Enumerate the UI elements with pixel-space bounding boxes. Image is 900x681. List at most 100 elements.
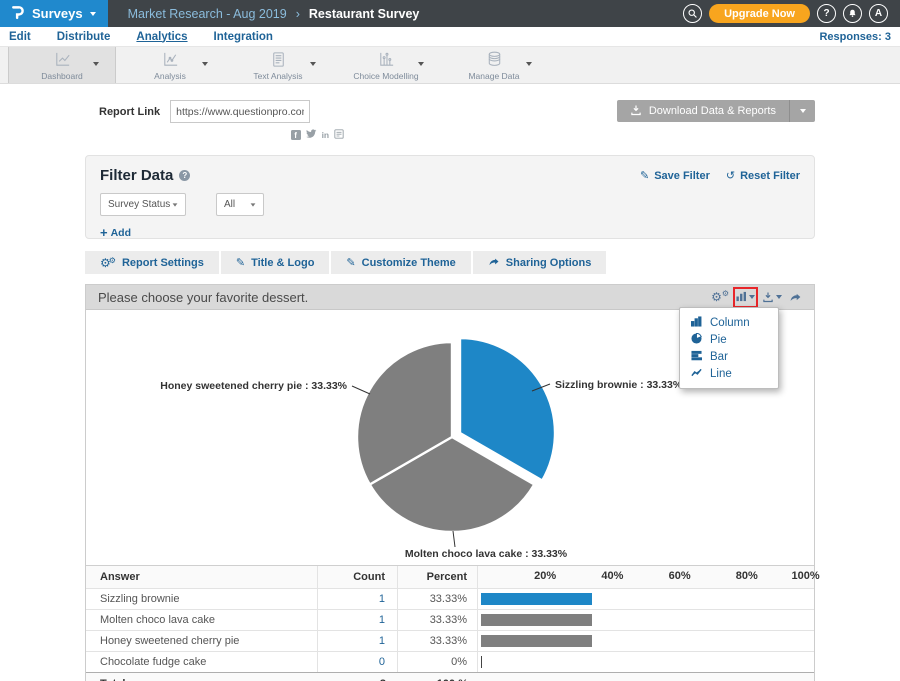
nav-item-distribute[interactable]: Distribute [57, 31, 111, 43]
chevron-down-icon[interactable] [526, 62, 532, 66]
breadcrumb-parent[interactable]: Market Research - Aug 2019 [128, 7, 287, 21]
report-settings-tabs: Report Settings Title & Logo Customize T… [85, 251, 815, 274]
filter-field-select[interactable]: Survey Status [100, 193, 186, 216]
table-total-row: Total 3 100 % [86, 672, 814, 681]
toolbar-label: Analysis [154, 71, 186, 81]
avatar[interactable]: A [869, 4, 888, 23]
answer-cell: Chocolate fudge cake [86, 652, 318, 672]
share-icon [488, 256, 500, 270]
toolbar-item-choice-modelling[interactable]: Choice Modelling [332, 47, 440, 83]
percent-cell: 33.33% [398, 589, 478, 609]
chevron-down-icon [251, 203, 256, 206]
filter-value-select[interactable]: All [216, 193, 264, 216]
pie-label-sizzling-brownie: Sizzling brownie : 33.33% [555, 379, 683, 391]
pencil-icon [346, 256, 355, 269]
bell-icon[interactable] [843, 4, 862, 23]
count-link[interactable]: 1 [379, 635, 385, 647]
header-scale: 20% 40% 60% 80% 100% [478, 566, 814, 588]
tab-label: Report Settings [122, 257, 204, 269]
nav-item-edit[interactable]: Edit [9, 31, 31, 43]
menu-item-pie[interactable]: Pie [680, 331, 778, 348]
tab-customize-theme[interactable]: Customize Theme [331, 251, 472, 274]
toolbar-item-analysis[interactable]: Analysis [116, 47, 224, 83]
nav-item-analytics[interactable]: Analytics [136, 31, 187, 43]
chevron-down-icon [776, 295, 782, 299]
toolbar-label: Manage Data [468, 71, 519, 81]
menu-item-label: Column [710, 317, 750, 329]
tab-title-logo[interactable]: Title & Logo [221, 251, 332, 274]
add-filter-button[interactable]: Add [100, 225, 140, 240]
scale-tick: 100% [792, 570, 820, 582]
reset-filter-label: Reset Filter [740, 170, 800, 182]
header-count: Count [318, 566, 398, 588]
upgrade-now-button[interactable]: Upgrade Now [709, 4, 810, 23]
toolbar-label: Dashboard [41, 71, 83, 81]
toolbar-item-text-analysis[interactable]: Text Analysis [224, 47, 332, 83]
tab-label: Sharing Options [506, 257, 592, 269]
menu-item-line[interactable]: Line [680, 365, 778, 382]
filter-data-panel: Filter Data Save Filter Reset Filter Sur… [85, 155, 815, 239]
responses-count[interactable]: Responses: 3 [819, 31, 900, 43]
answer-table: Answer Count Percent 20% 40% 60% 80% 100… [86, 565, 814, 681]
surveys-product-menu[interactable]: Surveys [0, 0, 108, 27]
download-icon [630, 104, 642, 119]
save-filter-button[interactable]: Save Filter [640, 169, 710, 182]
callout-line [453, 531, 455, 547]
download-options-caret[interactable] [789, 100, 815, 122]
pie-label-molten-choco-lava-cake: Molten choco lava cake : 33.33% [405, 548, 568, 560]
cogs-icon[interactable] [711, 290, 729, 304]
dashboard-content: Report Link f in Download Data & Reports [85, 100, 815, 681]
tab-sharing-options[interactable]: Sharing Options [473, 251, 609, 274]
help-icon[interactable]: ? [817, 4, 836, 23]
chevron-down-icon[interactable] [93, 62, 99, 66]
report-link-row: Report Link f in Download Data & Reports [85, 100, 815, 144]
table-header-row: Answer Count Percent 20% 40% 60% 80% 100… [86, 566, 814, 588]
chevron-down-icon [749, 295, 755, 299]
cogs-icon [100, 256, 116, 270]
count-link[interactable]: 1 [379, 614, 385, 626]
facebook-icon[interactable]: f [291, 130, 301, 140]
pie-label-honey-sweetened-cherry-pie: Honey sweetened cherry pie : 33.33% [160, 380, 347, 392]
menu-item-label: Bar [710, 351, 728, 363]
chevron-down-icon [90, 12, 96, 16]
toolbar-item-manage-data[interactable]: Manage Data [440, 47, 548, 83]
question-title: Please choose your favorite dessert. [98, 290, 308, 305]
nav-item-integration[interactable]: Integration [214, 31, 273, 43]
document-icon [269, 50, 288, 71]
twitter-icon[interactable] [306, 126, 317, 144]
percent-bar [481, 593, 592, 605]
report-link-label: Report Link [99, 106, 160, 118]
tab-label: Title & Logo [251, 257, 314, 269]
chart-type-button[interactable] [736, 290, 755, 305]
download-chart-button[interactable] [762, 291, 782, 303]
chart-type-icon [736, 290, 747, 305]
linkedin-icon[interactable]: in [322, 130, 330, 140]
total-percent: 100 % [398, 673, 478, 681]
pencil-icon [640, 169, 649, 182]
chevron-down-icon[interactable] [202, 62, 208, 66]
save-filter-label: Save Filter [654, 170, 710, 182]
share-question-button[interactable] [789, 291, 802, 303]
answer-cell: Sizzling brownie [86, 589, 318, 609]
filter-field-value: Survey Status [108, 199, 170, 210]
count-link[interactable]: 0 [379, 656, 385, 668]
count-link[interactable]: 1 [379, 593, 385, 605]
tab-report-settings[interactable]: Report Settings [85, 251, 221, 274]
embed-icon[interactable] [334, 126, 344, 144]
analytics-toolbar: Dashboard Analysis Text Analysis Choice … [0, 47, 900, 84]
menu-item-column[interactable]: Column [680, 314, 778, 331]
chevron-down-icon[interactable] [310, 62, 316, 66]
percent-cell: 33.33% [398, 610, 478, 630]
question-circle-icon[interactable] [179, 170, 190, 181]
question-widget: Please choose your favorite dessert. [85, 284, 815, 681]
database-icon [485, 50, 504, 71]
reset-filter-button[interactable]: Reset Filter [726, 169, 800, 182]
menu-item-label: Pie [710, 334, 727, 346]
search-icon[interactable] [683, 4, 702, 23]
download-data-reports-button[interactable]: Download Data & Reports [617, 100, 815, 122]
report-link-input[interactable] [170, 100, 310, 123]
menu-item-bar[interactable]: Bar [680, 348, 778, 365]
chart-type-menu: Column Pie Bar Line [679, 307, 779, 389]
toolbar-item-dashboard[interactable]: Dashboard [8, 47, 116, 83]
chevron-down-icon[interactable] [418, 62, 424, 66]
